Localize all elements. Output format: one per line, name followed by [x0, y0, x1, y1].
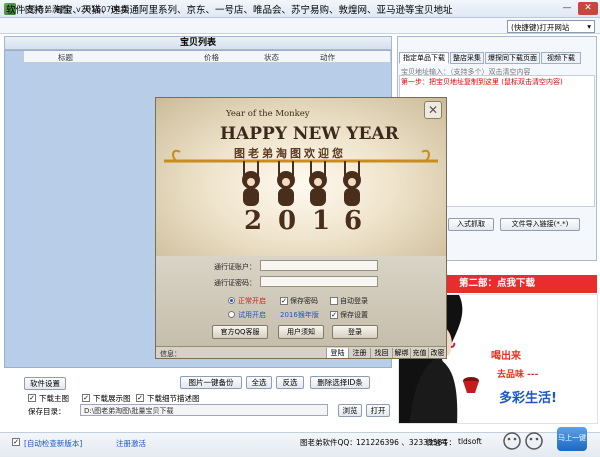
support-text: 软件支持：淘宝、天猫、速卖通阿里系列、京东、一号店、唯品会、苏宁易购、敦煌网、亚…	[6, 5, 453, 16]
delete-selected-button[interactable]: 删除选择ID条	[310, 376, 370, 389]
tab-recover[interactable]: 找回	[370, 348, 392, 358]
ad-slogan-1: 喝出来	[491, 351, 521, 362]
radio-trial[interactable]	[228, 311, 235, 318]
list-title: 宝贝列表	[4, 36, 392, 50]
happy-new-year-text: HAPPY NEW YEAR	[220, 124, 399, 144]
year-digit-2: 2	[244, 206, 263, 236]
select-all-button[interactable]: 全选	[246, 376, 272, 389]
edition-label: 2016猴年版	[280, 311, 319, 319]
ad-slogan-2: 去品味 ---	[497, 370, 539, 380]
url-input-hint: 第一步：把宝贝地址复制到这里 (鼠标双击清空内容)	[401, 78, 563, 86]
qq-service-button[interactable]: 官方QQ客服	[212, 325, 268, 339]
settings-button[interactable]: 软件设置	[24, 377, 66, 390]
browse-button[interactable]: 浏览	[338, 404, 362, 417]
save-settings-checkbox[interactable]: ✓	[330, 311, 338, 319]
save-password-checkbox[interactable]: ✓	[280, 297, 288, 305]
tab-change-password[interactable]: 改密	[428, 348, 446, 358]
download-detail-checkbox[interactable]: ✓	[136, 394, 144, 402]
auto-login-label: 自动登录	[340, 297, 368, 305]
backup-images-button[interactable]: 图片一键备份	[180, 376, 242, 389]
column-header-status[interactable]: 状态	[264, 52, 279, 63]
info-label: 信息：	[160, 350, 181, 358]
year-digit-6: 6	[344, 206, 363, 236]
account-input[interactable]	[260, 260, 378, 271]
url-input-label: 宝贝地址输入：（支持多个）双击清空内容	[401, 68, 531, 76]
column-header-price[interactable]: 价格	[204, 52, 219, 63]
save-dir-label: 保存目录：	[28, 407, 66, 416]
monkey-year-artwork	[164, 149, 438, 206]
list-column-headers: 标题 价格 状态 动作	[24, 51, 390, 63]
account-label: 通行证账户：	[214, 263, 256, 271]
auto-login-checkbox[interactable]	[330, 297, 338, 305]
dialog-close-button[interactable]: ✕	[424, 101, 442, 119]
wechat-label: 微信号：	[426, 438, 456, 447]
download-display-checkbox[interactable]: ✓	[82, 394, 90, 402]
ad-slogan-3: 多彩生活!	[499, 391, 557, 406]
password-label: 通行证密码：	[214, 279, 256, 287]
login-button[interactable]: 登录	[332, 325, 378, 339]
close-button[interactable]: ✕	[578, 2, 598, 15]
year-of-monkey-text: Year of the Monkey	[226, 109, 310, 119]
save-dir-input[interactable]: D:\图老弟淘图\批量宝贝下载	[80, 404, 328, 416]
qq-label: 图老弟软件QQ：	[300, 438, 357, 447]
new-year-banner: Year of the Monkey HAPPY NEW YEAR 图老弟淘图欢…	[156, 98, 446, 256]
year-digit-1: 1	[312, 206, 331, 236]
dialog-tabs: 信息： 登陆 注册 找回 解绑 充值 改密	[156, 346, 446, 358]
download-display-label: 下载展示图	[93, 394, 131, 403]
import-file-button[interactable]: 文件导入链接(*.*)	[500, 218, 580, 231]
minimize-button[interactable]: —	[558, 2, 576, 15]
download-main-label: 下载主图	[39, 394, 69, 403]
tab-shop-collect[interactable]: 整店采集	[450, 52, 484, 64]
tab-video-download[interactable]: 视频下载	[541, 52, 581, 64]
chevron-down-icon: ▾	[587, 22, 591, 31]
login-dialog: Year of the Monkey HAPPY NEW YEAR 图老弟淘图欢…	[155, 97, 447, 359]
invert-selection-button[interactable]: 反选	[276, 376, 304, 389]
rocket-quick-button[interactable]: 马上一键	[557, 427, 587, 451]
column-header-title[interactable]: 标题	[58, 52, 73, 63]
tab-register[interactable]: 注册	[348, 348, 370, 358]
radio-normal-label: 正常开启	[238, 297, 266, 305]
password-input[interactable]	[260, 276, 378, 287]
tab-similar-download[interactable]: 爆探同下载页面	[485, 52, 540, 64]
save-password-label: 保存密码	[290, 297, 318, 305]
auto-check-link[interactable]: [自动检查新版本]	[24, 438, 82, 449]
tab-login[interactable]: 登陆	[326, 348, 348, 358]
download-detail-label: 下载细节描述图	[147, 394, 200, 403]
save-settings-label: 保存设置	[340, 311, 368, 319]
tab-unbind[interactable]: 解绑	[392, 348, 410, 358]
auto-check-checkbox[interactable]: ✓	[12, 438, 20, 446]
radio-trial-label: 试用开启	[238, 311, 266, 319]
tab-recharge[interactable]: 充值	[410, 348, 428, 358]
tab-single-download[interactable]: 指定单品下载	[399, 52, 449, 64]
user-notice-button[interactable]: 用户须知	[278, 325, 324, 339]
year-digit-0: 0	[278, 206, 297, 236]
register-link[interactable]: 注册激活	[116, 438, 146, 449]
radio-normal[interactable]	[228, 297, 235, 304]
welcome-text: 图老弟淘图欢迎您	[234, 147, 346, 160]
quick-open-select[interactable]: (快捷键)打开网站 ▾	[507, 20, 595, 33]
column-header-action[interactable]: 动作	[320, 52, 335, 63]
quick-open-label: (快捷键)打开网站	[511, 23, 570, 32]
wechat-id: tldsoft	[458, 437, 482, 446]
open-button[interactable]: 打开	[366, 404, 390, 417]
download-main-checkbox[interactable]: ✓	[28, 394, 36, 402]
fetch-button[interactable]: 入式抓取	[448, 218, 494, 231]
mascot-icon	[503, 432, 543, 450]
